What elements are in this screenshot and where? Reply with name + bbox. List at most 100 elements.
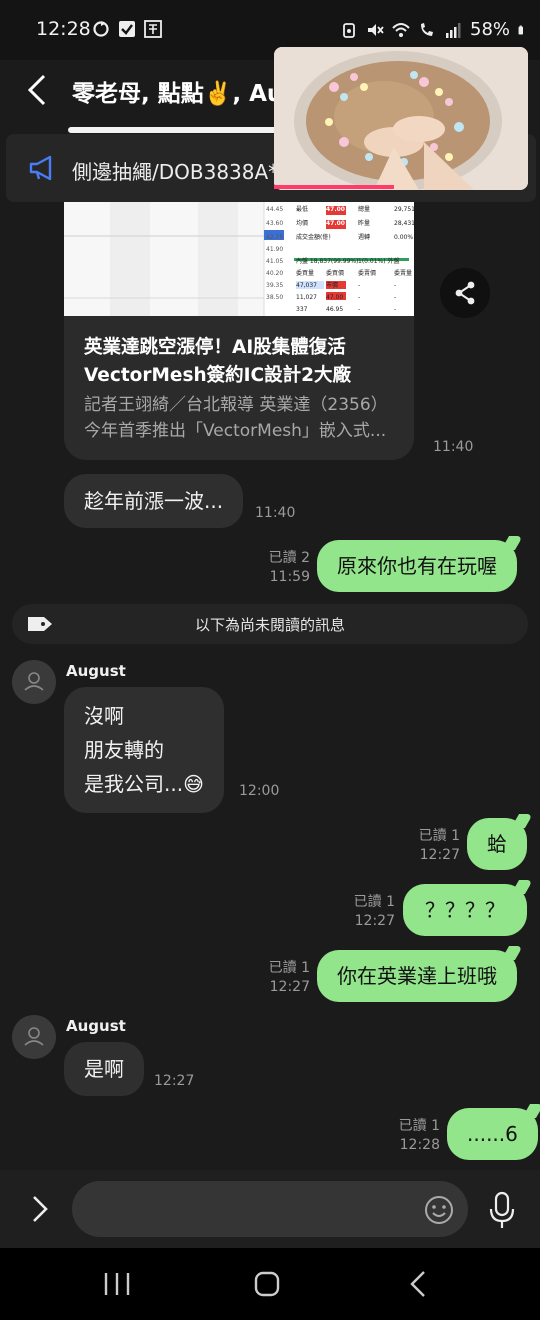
read-receipt: 已讀 1 12:27 [260, 959, 310, 997]
quote-cell: 委賣價 [358, 270, 377, 277]
quote-cell: 最低 [296, 206, 309, 213]
quote-cell: 1(0.01%) 外盤 [358, 258, 400, 265]
quote-cell: 44.45 [266, 206, 284, 213]
quote-cell: 委賣量 [394, 270, 413, 277]
quote-cell: 29,751 [394, 206, 414, 213]
read-status: 已讀 1 [268, 960, 310, 976]
quote-cell: 13.98 [326, 234, 345, 241]
quote-table: 44.45 最低 47.00 總量 29,751 43.60 均價 47.00 昨量 28,431… [64, 202, 414, 316]
status-time: 12:28 [36, 18, 91, 40]
quote-cell: 均價 [296, 220, 309, 227]
message-time: 12:27 [269, 979, 310, 995]
quote-cell: 總量 [358, 206, 371, 213]
avatar-icon[interactable] [12, 660, 56, 704]
quote-cell: 11,027 [296, 294, 317, 301]
news-desc-line: 今年首季推出「VectorMesh」嵌入式... [84, 421, 387, 441]
news-title-line: VectorMesh簽約IC設計2大廠 [84, 365, 351, 386]
alarm-icon [343, 22, 355, 38]
quote-cell: 週轉 [358, 234, 371, 241]
mute-icon [368, 23, 384, 36]
quote-cell: 46.95 [326, 306, 344, 313]
quote-cell: - [394, 294, 397, 301]
message-line: 沒啊 [84, 704, 124, 728]
quote-cell: 昨量 [358, 220, 371, 227]
input-bar [0, 1170, 540, 1248]
news-title-line: 英業達跳空漲停！AI股集體復活 [84, 337, 346, 358]
quote-cell: - [358, 294, 361, 301]
call-icon [421, 22, 433, 36]
news-thumbnail: 44.45 最低 47.00 總量 29,751 43.60 均價 47.00 昨量 28,431… [64, 202, 414, 316]
message-time: 12:27 [419, 847, 460, 863]
quote-cell: 41.05 [266, 258, 284, 265]
message-time: 11:59 [269, 569, 310, 585]
message-line: 朋友轉的 [84, 738, 164, 762]
news-title: 英業達跳空漲停！AI股集體復活 VectorMesh簽約IC設計2大廠 [84, 334, 404, 390]
recent-apps-icon[interactable] [99, 1266, 135, 1302]
video-pip[interactable] [274, 47, 528, 190]
read-status: 已讀 2 [268, 550, 310, 566]
quote-cell: 47,037 [296, 282, 317, 289]
message-bubble-incoming[interactable]: 是啊 [64, 1042, 144, 1096]
message-bubble-outgoing[interactable]: 蛤 [467, 818, 527, 870]
home-icon[interactable] [249, 1266, 285, 1302]
quote-cell: 43.60 [266, 220, 284, 227]
message-bubble-outgoing[interactable]: 你在英業達上班哦 [317, 950, 517, 1002]
news-link-card[interactable]: 44.45 最低 47.00 總量 29,751 43.60 均價 47.00 昨量 28,431… [64, 202, 414, 460]
emoji-icon[interactable] [423, 1194, 455, 1226]
sender-name: August [66, 662, 126, 680]
read-receipt: 已讀 1 12:27 [410, 827, 460, 865]
message-bubble-outgoing[interactable]: ......6 [447, 1108, 538, 1160]
wifi-icon [392, 22, 410, 37]
message-input[interactable] [72, 1181, 468, 1237]
quote-cell: 38.50 [266, 294, 284, 301]
sender-name: August [66, 1017, 126, 1035]
mic-icon[interactable] [486, 1190, 518, 1230]
signal-icon [446, 22, 461, 38]
chat-title[interactable]: 零老母, 點點✌️, Au [72, 74, 283, 108]
check-box-icon [119, 21, 135, 37]
navigation-bar [0, 1248, 540, 1320]
read-status: 已讀 1 [353, 894, 395, 910]
message-time: 12:00 [239, 783, 280, 799]
news-description: 記者王翊綺／台北報導 英業達（2356） 今年首季推出「VectorMesh」嵌… [84, 392, 399, 444]
quote-cell: 委買量 [296, 270, 315, 277]
quote-cell: - [358, 306, 361, 313]
quote-cell: 47.00 [326, 220, 345, 227]
message-line: 是我公司...😅 [84, 772, 204, 796]
video-frame [274, 47, 528, 190]
quote-cell: 41.90 [266, 246, 284, 253]
quote-cell: 市價 [326, 282, 339, 289]
system-icons: 58% [340, 19, 528, 40]
message-time: 12:27 [354, 913, 395, 929]
quote-cell: 47.00 [326, 294, 344, 301]
message-time: 12:28 [399, 1137, 440, 1153]
recycle-icon [93, 21, 109, 37]
expand-chevron-icon[interactable] [26, 1192, 54, 1226]
message-time: 11:40 [433, 439, 474, 455]
read-receipt: 已讀 2 11:59 [260, 549, 310, 587]
announcement-text: 側邊抽繩/DOB3838A* [72, 160, 279, 184]
quote-cell: - [394, 306, 397, 313]
quote-cell: 47.00 [326, 206, 345, 213]
message-time: 11:40 [255, 505, 296, 521]
message-bubble-outgoing[interactable]: ？？？？ [403, 884, 527, 936]
back-arrow-icon[interactable] [24, 72, 54, 108]
unread-divider-text: 以下為尚未閱讀的訊息 [194, 616, 345, 634]
message-bubble-outgoing[interactable]: 原來你也有在玩喔 [317, 540, 517, 592]
message-bubble-incoming[interactable]: 沒啊 朋友轉的 是我公司...😅 [64, 687, 224, 813]
nav-back-icon[interactable] [401, 1266, 437, 1302]
read-receipt: 已讀 1 12:27 [345, 893, 395, 931]
message-bubble-incoming[interactable]: 趁年前漲一波... [64, 474, 244, 528]
megaphone-icon [29, 155, 52, 181]
message-time: 12:27 [154, 1073, 195, 1089]
read-status: 已讀 1 [418, 828, 460, 844]
video-progress [274, 185, 394, 189]
quote-cell: - [394, 282, 397, 289]
read-receipt: 已讀 1 12:28 [390, 1117, 440, 1155]
quote-cell: 28,431 [394, 220, 414, 227]
share-icon[interactable] [440, 268, 490, 318]
battery-percent: 58% [470, 19, 511, 40]
quote-cell: - [358, 282, 361, 289]
quote-cell: 0.00% [394, 234, 414, 241]
avatar-icon[interactable] [12, 1015, 56, 1059]
